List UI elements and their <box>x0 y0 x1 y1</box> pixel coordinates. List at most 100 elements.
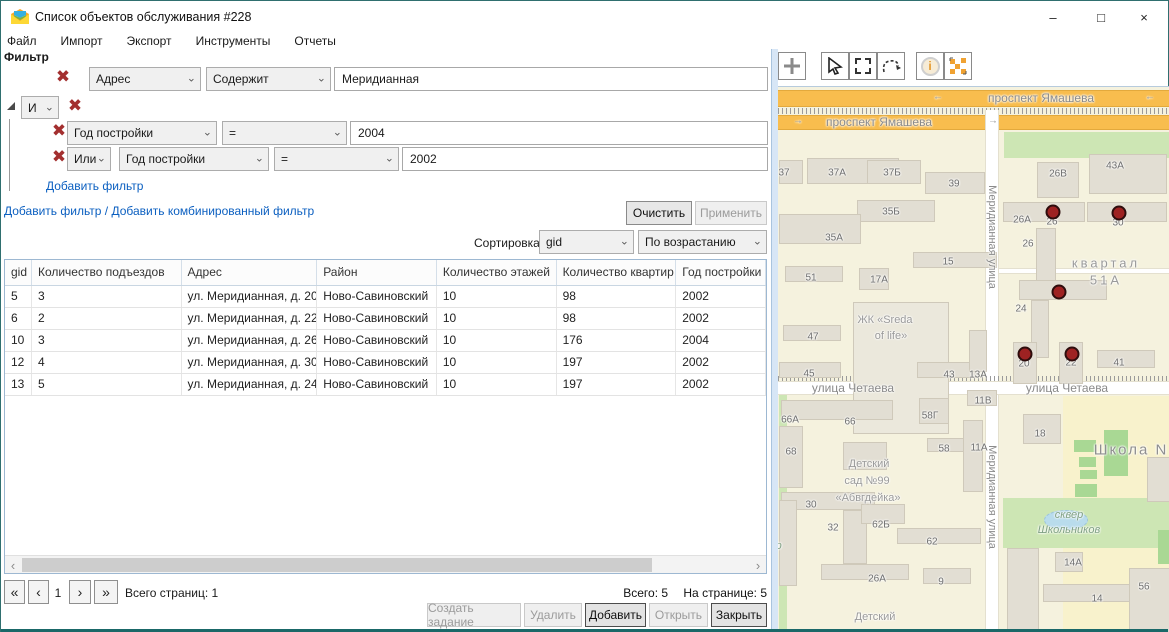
panel-splitter[interactable] <box>771 49 778 632</box>
scroll-left-icon[interactable]: ‹ <box>5 557 21 573</box>
map-object-marker[interactable] <box>1065 347 1080 362</box>
filter2-op-select[interactable]: =⌄ <box>222 121 347 145</box>
remove-filter3-icon[interactable]: ✖ <box>49 147 69 169</box>
group-expander-icon[interactable] <box>7 102 16 111</box>
group-logic-select[interactable]: И⌄ <box>21 96 59 119</box>
remove-filter1-icon[interactable]: ✖ <box>53 67 73 89</box>
map-building-number: 11А <box>970 443 987 454</box>
horizontal-scrollbar[interactable]: ‹ › <box>5 555 766 573</box>
map-object-marker[interactable] <box>1018 347 1033 362</box>
close-button[interactable]: × <box>1124 3 1164 31</box>
column-header[interactable]: Количество подъездов <box>32 260 182 285</box>
map-building-number: 51 <box>805 273 816 284</box>
column-header[interactable]: Количество квартир <box>557 260 677 285</box>
app-window: Список объектов обслуживания #228 – □ × … <box>0 0 1169 632</box>
table-cell: 10 <box>437 352 557 373</box>
menu-item-2[interactable]: Экспорт <box>126 33 181 50</box>
maximize-button[interactable]: □ <box>1081 3 1121 31</box>
first-page-button[interactable]: « <box>4 580 25 604</box>
sort-direction-select[interactable]: По возрастанию⌄ <box>638 230 767 254</box>
info-icon: i <box>921 57 940 76</box>
table-cell: 10 <box>437 330 557 351</box>
menu-item-1[interactable]: Импорт <box>61 33 113 50</box>
clear-button[interactable]: Очистить <box>626 201 692 225</box>
last-page-button[interactable]: » <box>94 580 118 604</box>
table-cell: Ново-Савиновский <box>317 352 437 373</box>
fit-objects-icon <box>949 57 967 75</box>
filter-links: Добавить фильтр / Добавить комбинированн… <box>4 204 314 218</box>
map-street-label: улица Четаева <box>1026 381 1108 395</box>
map-fit-objects-button[interactable] <box>944 52 972 80</box>
map-building-number: 13А <box>969 370 987 381</box>
map-building-number: 45 <box>803 369 814 380</box>
remove-group-icon[interactable]: ✖ <box>65 96 85 118</box>
map-object-marker[interactable] <box>1046 205 1061 220</box>
sort-field-select[interactable]: gid⌄ <box>539 230 634 254</box>
map-sports-field <box>1080 470 1097 479</box>
title-bar: Список объектов обслуживания #228 – □ × <box>1 1 1168 33</box>
table-cell: 5 <box>32 374 182 395</box>
map-object-marker[interactable] <box>1052 285 1067 300</box>
filter3-op-select[interactable]: =⌄ <box>274 147 399 171</box>
add-button[interactable]: Добавить <box>585 603 646 627</box>
map-tram-line <box>778 108 1169 114</box>
add-filter-inner-link[interactable]: Добавить фильтр <box>46 179 143 193</box>
map-building-number: 43А <box>1106 161 1124 172</box>
map-select-button[interactable] <box>821 52 849 80</box>
filter2-field-select[interactable]: Год постройки⌄ <box>67 121 217 145</box>
map-area-label: → <box>988 116 998 127</box>
filter1-field-select[interactable]: Адрес⌄ <box>89 67 201 91</box>
table-cell: 5 <box>5 286 32 307</box>
chevron-down-icon: ⌄ <box>187 71 196 84</box>
remove-filter2-icon[interactable]: ✖ <box>49 121 69 143</box>
map-rect-select-button[interactable] <box>849 52 877 80</box>
map-building <box>779 214 861 244</box>
filter3-value-input[interactable]: 2002 <box>402 147 768 171</box>
column-header[interactable]: Район <box>317 260 437 285</box>
table-row[interactable]: 53ул. Меридианная, д. 20Ново-Савиновский… <box>5 286 766 308</box>
column-header[interactable]: gid <box>5 260 32 285</box>
chevron-down-icon: ⌄ <box>385 151 394 164</box>
map-building-number: 58 <box>938 444 949 455</box>
map-info-button[interactable]: i <box>916 52 944 80</box>
table-cell: 197 <box>557 352 677 373</box>
table-row[interactable]: 124ул. Меридианная, д. 30Ново-Савиновски… <box>5 352 766 374</box>
table-row[interactable]: 135ул. Меридианная, д. 24Ново-Савиновски… <box>5 374 766 396</box>
map-viewport[interactable]: проспект Ямашевапроспект Ямашеваулица Че… <box>778 86 1169 632</box>
menu-item-3[interactable]: Инструменты <box>196 33 281 50</box>
add-combined-filter-link[interactable]: Добавить комбинированный фильтр <box>111 204 314 218</box>
map-lasso-select-button[interactable] <box>877 52 905 80</box>
column-header[interactable]: Количество этажей <box>437 260 557 285</box>
map-crosshair-button[interactable] <box>778 52 806 80</box>
table-cell: ул. Меридианная, д. 24 <box>182 374 318 395</box>
prev-page-button[interactable]: ‹ <box>28 580 49 604</box>
table-cell: ул. Меридианная, д. 20 <box>182 286 318 307</box>
filter3-field-select[interactable]: Год постройки⌄ <box>119 147 269 171</box>
filter1-value-input[interactable]: Меридианная <box>334 67 768 91</box>
menu-item-4[interactable]: Отчеты <box>294 33 345 50</box>
scrollbar-thumb[interactable] <box>22 558 652 572</box>
map-building-number: 62 <box>926 537 937 548</box>
table-row[interactable]: 103ул. Меридианная, д. 26Ново-Савиновски… <box>5 330 766 352</box>
map-building-number: 66А <box>781 415 799 426</box>
table-row[interactable]: 62ул. Меридианная, д. 22Ново-Савиновский… <box>5 308 766 330</box>
total-count: Всего: 5 <box>623 586 668 600</box>
map-area-label: сад №99 <box>844 475 889 487</box>
objects-table: gidКоличество подъездовАдресРайонКоличес… <box>4 259 767 574</box>
next-page-button[interactable]: › <box>69 580 91 604</box>
scroll-right-icon[interactable]: › <box>750 557 766 573</box>
column-header[interactable]: Год постройки <box>676 260 766 285</box>
map-object-marker[interactable] <box>1112 206 1127 221</box>
column-header[interactable]: Адрес <box>182 260 318 285</box>
close-list-button[interactable]: Закрыть <box>711 603 767 627</box>
map-street-label: проспект Ямашева <box>826 115 932 129</box>
table-cell: 2004 <box>676 330 766 351</box>
menu-item-0[interactable]: Файл <box>7 33 47 50</box>
group-guideline <box>9 119 10 191</box>
filter1-op-select[interactable]: Содержит⌄ <box>206 67 331 91</box>
add-filter-link[interactable]: Добавить фильтр <box>4 204 101 218</box>
filter3-logic-select[interactable]: Или⌄ <box>67 147 111 171</box>
filter2-value-input[interactable]: 2004 <box>350 121 768 145</box>
minimize-button[interactable]: – <box>1033 3 1073 31</box>
table-cell: 98 <box>557 308 677 329</box>
